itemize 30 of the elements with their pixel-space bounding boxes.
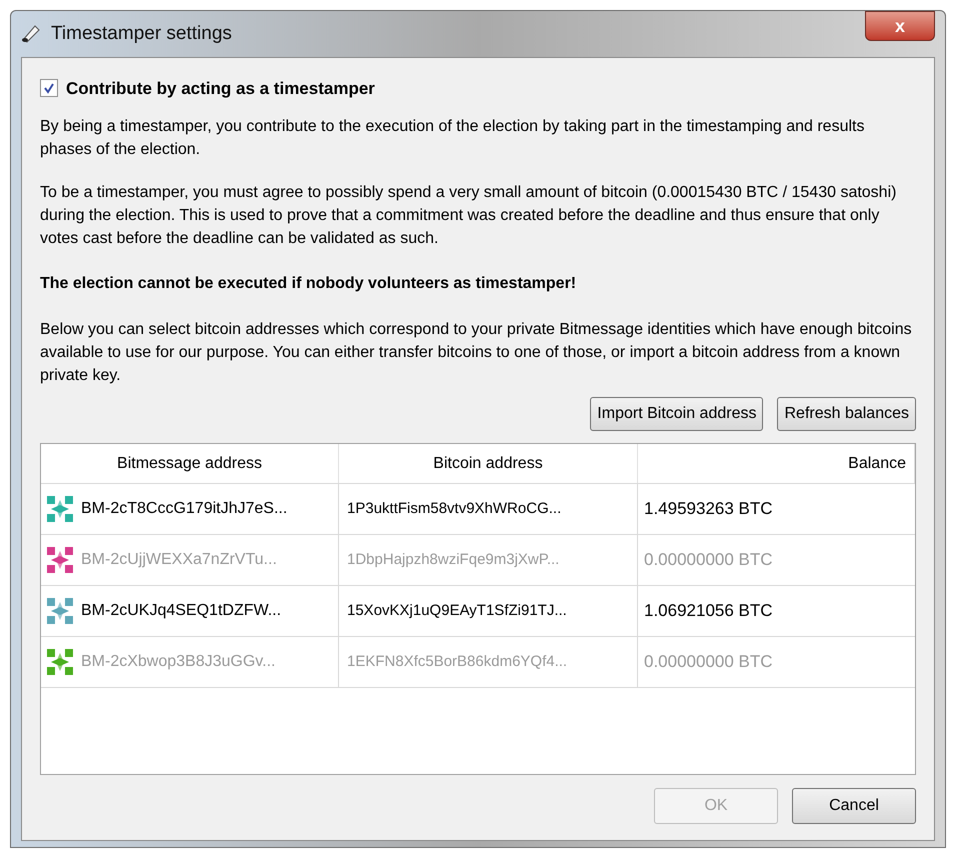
checkbox[interactable] [40,79,58,98]
table-row[interactable]: BM-2cT8CccG179itJhJ7eS... 1P3ukttFism58vtv9XhWRoCG... 1.49593263 BTC [41,484,915,535]
app-icon [21,24,41,44]
table-cell-text: 1.06921056 BTC [644,600,773,622]
table-cell-text: BM-2cUKJq4SEQ1tDZFW... [81,601,282,621]
table-row[interactable]: BM-2cUKJq4SEQ1tDZFW... 15XovKXj1uQ9EAyT1SfZi91TJ... 1.06921056 BTC [41,586,915,637]
table-cell-text: 1EKFN8Xfc5BorB86kdm6YQf4... [347,652,568,672]
info-text: Below you can select bitcoin addresses which correspond to your private Bitmessage identities which have enough bitcoins available to use for our purpose. You can either transfer bitcoins to one of those, or import a bitcoin address from a known private key. [40,320,913,386]
table-cell-text: 1.49593263 BTC [644,498,773,520]
refresh-button[interactable]: Refresh balances [777,397,916,431]
cancel-button[interactable]: Cancel [792,788,916,824]
import-button[interactable]: Import Bitcoin address [590,397,764,431]
table-cell-text: 1DbpHajpzh8wziFqe9m3jXwP... [347,550,560,570]
table-cell-text: 0.00000000 BTC [644,549,773,572]
table-cell-text: BM-2cT8CccG179itJhJ7eS... [81,499,288,519]
warning-text: The election cannot be executed if nobody volunteers as timestamper! [40,274,578,294]
description-text: By being a timestamper, you contribute to the execution of the election by taking part in the timestamping and results phases of the election. [40,117,866,160]
column-header[interactable]: Bitmessage address [41,444,339,483]
column-header[interactable]: Balance [638,444,915,483]
table-cell-text: BM-2cXbwop3B8J3uGGv... [81,652,276,672]
table-cell-text: 1P3ukttFism58vtv9XhWRoCG... [347,498,562,519]
table-cell-text: 0.00000000 BTC [644,651,773,674]
checkbox-label: Contribute by acting as a timestamper [66,78,375,100]
table-cell-text: BM-2cUjjWEXXa7nZrVTu... [81,550,277,570]
close-button[interactable]: x [865,11,935,41]
window-title: Timestamper settings [51,22,232,46]
check-icon [43,82,55,94]
column-header[interactable]: Bitcoin address [339,444,638,483]
table-cell-text: 15XovKXj1uQ9EAyT1SfZi91TJ... [347,600,567,621]
description-text: To be a timestamper, you must agree to possibly spend a very small amount of bitcoin (0.00015430 BTC / 15430 satoshi) during the election. This is used to prove that a commitment was created before the deadline and thus ensure that only votes cast before the deadline can be validated as such. [40,183,898,249]
